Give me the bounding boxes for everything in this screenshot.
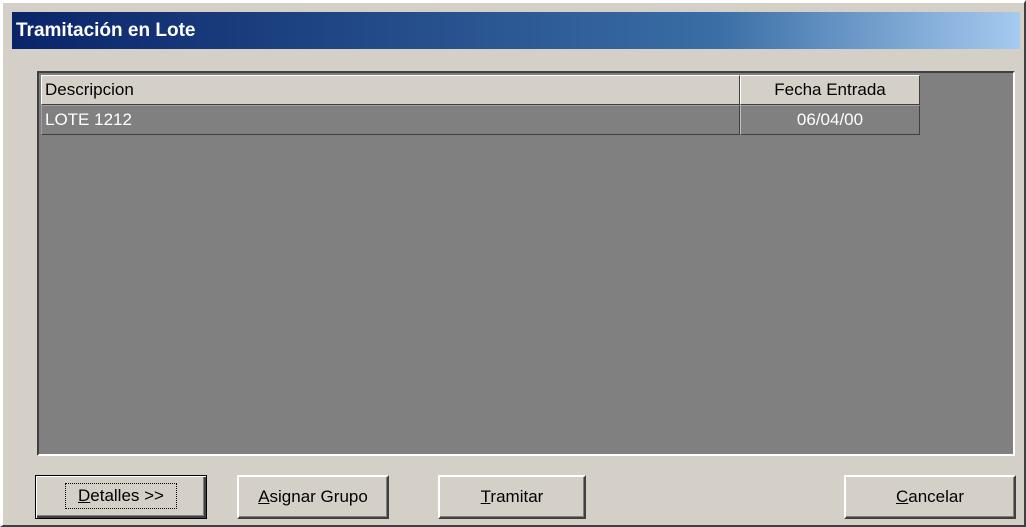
table-row[interactable]: LOTE 1212 06/04/00 [41, 105, 920, 135]
column-header-descripcion[interactable]: Descripcion [41, 75, 740, 105]
title-bar: Tramitación en Lote [12, 12, 1020, 49]
cancel-button[interactable]: Cancelar [844, 475, 1016, 519]
cell-fecha-entrada[interactable]: 06/04/00 [740, 105, 920, 135]
window-title: Tramitación en Lote [16, 20, 196, 41]
grid-header: Descripcion Fecha Entrada [41, 75, 920, 105]
cell-descripcion[interactable]: LOTE 1212 [41, 105, 740, 135]
details-button[interactable]: Detalles >> [35, 475, 207, 519]
column-header-fecha-entrada[interactable]: Fecha Entrada [740, 75, 920, 105]
batch-grid[interactable]: Descripcion Fecha Entrada LOTE 1212 06/0… [37, 71, 1015, 456]
assign-group-button[interactable]: Asignar Grupo [237, 475, 389, 519]
batch-processing-dialog: Tramitación en Lote Descripcion Fecha En… [0, 0, 1026, 527]
process-button[interactable]: Tramitar [438, 475, 586, 519]
focus-rectangle: Detalles >> [64, 483, 177, 509]
